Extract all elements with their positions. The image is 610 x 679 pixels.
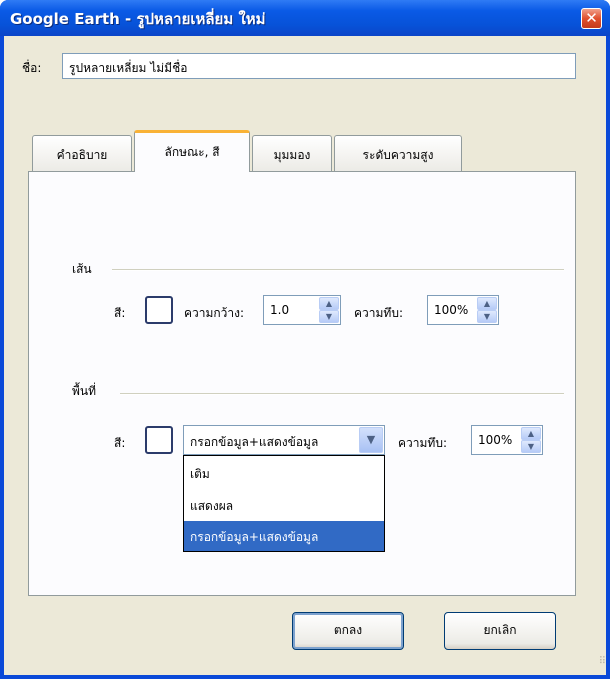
area-color-label: สี: — [114, 436, 126, 450]
ok-button[interactable]: ตกลง — [292, 612, 404, 650]
area-opacity-label: ความทึบ: — [398, 436, 447, 450]
line-color-swatch[interactable] — [145, 296, 173, 324]
cancel-button[interactable]: ยกเลิก — [444, 612, 556, 650]
line-width-down-icon[interactable]: ▼ — [319, 310, 339, 323]
line-opacity-label: ความทึบ: — [354, 306, 403, 320]
close-button[interactable]: ✕ — [581, 8, 602, 29]
fill-mode-option-fill[interactable]: เติม — [184, 458, 384, 488]
line-opacity-value: 100% — [434, 303, 469, 317]
tab-style-color[interactable]: ลักษณะ, สี — [134, 130, 250, 172]
area-opacity-down-icon[interactable]: ▼ — [521, 440, 541, 453]
line-color-label: สี: — [114, 306, 126, 320]
line-opacity-spinner[interactable]: 100% ▲ ▼ — [427, 295, 499, 325]
area-opacity-spin-buttons[interactable]: ▲ ▼ — [521, 427, 541, 453]
line-width-spin-buttons[interactable]: ▲ ▼ — [319, 297, 339, 323]
line-opacity-down-icon[interactable]: ▼ — [477, 310, 497, 323]
name-input[interactable]: รูปหลายเหลี่ยม ไม่มีชื่อ — [62, 53, 576, 79]
line-group-title: เส้น — [72, 262, 92, 276]
fill-mode-option-fill-outline[interactable]: กรอกข้อมูล+แสดงข้อมูล — [184, 521, 384, 551]
line-width-label: ความกว้าง: — [184, 306, 245, 320]
fill-mode-dropdown-list: เติม แสดงผล กรอกข้อมูล+แสดงข้อมูล — [183, 455, 385, 552]
area-group-title: พื้นที่ — [72, 384, 97, 398]
title-bar[interactable]: Google Earth - รูปหลายเหลี่ยม ใหม่ ✕ — [0, 0, 610, 36]
area-group-divider — [120, 393, 564, 395]
name-label: ชื่อ: — [22, 61, 42, 75]
tab-description[interactable]: คำอธิบาย — [32, 135, 132, 171]
area-color-swatch[interactable] — [145, 426, 173, 454]
line-width-up-icon[interactable]: ▲ — [319, 297, 339, 310]
window-title: Google Earth - รูปหลายเหลี่ยม ใหม่ — [10, 10, 266, 28]
line-width-value: 1.0 — [270, 303, 290, 317]
line-opacity-spin-buttons[interactable]: ▲ ▼ — [477, 297, 497, 323]
resize-grip-icon[interactable]: ⠿ — [592, 657, 606, 673]
area-opacity-spinner[interactable]: 100% ▲ ▼ — [471, 425, 543, 455]
area-opacity-value: 100% — [478, 433, 513, 447]
line-width-spinner[interactable]: 1.0 ▲ ▼ — [263, 295, 341, 325]
line-group-divider — [112, 269, 564, 271]
fill-mode-select[interactable]: กรอกข้อมูล+แสดงข้อมูล ▼ — [183, 425, 385, 455]
area-opacity-up-icon[interactable]: ▲ — [521, 427, 541, 440]
fill-mode-option-outline[interactable]: แสดงผล — [184, 490, 384, 520]
tab-altitude[interactable]: ระดับความสูง — [334, 135, 462, 171]
chevron-down-icon[interactable]: ▼ — [359, 427, 383, 453]
line-opacity-up-icon[interactable]: ▲ — [477, 297, 497, 310]
tab-view[interactable]: มุมมอง — [252, 135, 332, 171]
fill-mode-value: กรอกข้อมูล+แสดงข้อมูล — [190, 435, 319, 449]
